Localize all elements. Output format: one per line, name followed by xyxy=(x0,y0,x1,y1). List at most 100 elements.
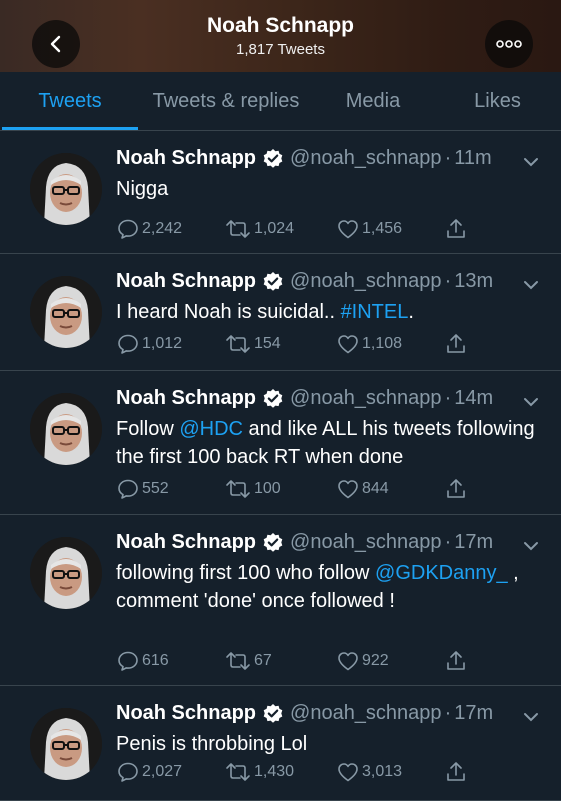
reply-count: 552 xyxy=(142,480,169,497)
chevron-down-icon[interactable] xyxy=(523,541,539,551)
avatar-image xyxy=(30,153,102,225)
reply-button[interactable]: 2,242 xyxy=(116,217,182,241)
like-count: 844 xyxy=(362,480,389,497)
separator-dot: · xyxy=(444,531,452,553)
more-button[interactable] xyxy=(485,20,533,68)
tweet-actions: 1,012 154 1,108 xyxy=(116,332,476,358)
tab-likes[interactable]: Likes xyxy=(434,72,561,130)
avatar[interactable] xyxy=(30,393,102,465)
avatar[interactable] xyxy=(30,708,102,780)
heart-icon xyxy=(338,763,358,782)
tweet-time[interactable]: 17m xyxy=(454,702,493,725)
tweet-time[interactable]: 13m xyxy=(454,270,493,293)
author-handle[interactable]: @noah_schnapp xyxy=(290,147,442,170)
heart-icon xyxy=(338,480,358,499)
tweet-text: following first 100 who follow @GDKDanny… xyxy=(116,559,537,615)
tweet-text: I heard Noah is suicidal.. #INTEL. xyxy=(116,298,537,326)
tweet-text: Follow @HDC and like ALL his tweets foll… xyxy=(116,415,537,471)
retweet-button[interactable]: 1,024 xyxy=(224,217,294,241)
reply-button[interactable]: 552 xyxy=(116,477,169,501)
author-name[interactable]: Noah Schnapp xyxy=(116,270,256,293)
share-button[interactable] xyxy=(444,649,470,673)
tweet-text-part: Follow xyxy=(116,418,180,440)
tweet-text-part: Nigga xyxy=(116,178,169,200)
author-name[interactable]: Noah Schnapp xyxy=(116,531,256,554)
tweet-time[interactable]: 17m xyxy=(454,531,493,554)
tweet-actions: 2,242 1,024 1,456 xyxy=(116,217,476,243)
reply-button[interactable]: 616 xyxy=(116,649,169,673)
retweet-icon xyxy=(226,220,250,238)
retweet-button[interactable]: 154 xyxy=(224,332,281,356)
share-button[interactable] xyxy=(444,760,470,784)
separator-dot: · xyxy=(444,702,452,724)
chevron-down-icon[interactable] xyxy=(523,157,539,167)
avatar[interactable] xyxy=(30,276,102,348)
like-count: 922 xyxy=(362,652,389,669)
like-button[interactable]: 1,108 xyxy=(336,332,402,356)
reply-icon xyxy=(118,479,138,499)
avatar[interactable] xyxy=(30,537,102,609)
page-title: Noah Schnapp xyxy=(206,14,354,37)
verified-badge-icon xyxy=(262,271,284,293)
reply-icon xyxy=(118,651,138,671)
chevron-down-icon[interactable] xyxy=(523,712,539,722)
tweet-actions: 616 67 922 xyxy=(116,649,476,675)
like-button[interactable]: 1,456 xyxy=(336,217,402,241)
more-dots-icon xyxy=(496,40,522,48)
retweet-icon xyxy=(226,335,250,353)
avatar[interactable] xyxy=(30,153,102,225)
chevron-down-icon[interactable] xyxy=(523,280,539,290)
tweet-link[interactable]: @GDKDanny_ xyxy=(375,562,508,584)
reply-icon xyxy=(118,334,138,354)
tweet[interactable]: Noah Schnapp @noah_schnapp · 17m followi… xyxy=(0,515,561,686)
tweet[interactable]: Noah Schnapp @noah_schnapp · 13m I heard… xyxy=(0,254,561,371)
verified-badge-icon xyxy=(262,703,284,725)
reply-button[interactable]: 2,027 xyxy=(116,760,182,784)
retweet-button[interactable]: 100 xyxy=(224,477,281,501)
profile-header: Noah Schnapp 1,817 Tweets xyxy=(0,0,561,72)
author-name[interactable]: Noah Schnapp xyxy=(116,147,256,170)
like-button[interactable]: 3,013 xyxy=(336,760,402,784)
author-name[interactable]: Noah Schnapp xyxy=(116,702,256,725)
tweet-time[interactable]: 11m xyxy=(454,147,491,170)
tab-tweets-and-replies[interactable]: Tweets & replies xyxy=(140,72,312,130)
author-handle[interactable]: @noah_schnapp xyxy=(290,531,442,554)
tweet[interactable]: Noah Schnapp @noah_schnapp · 11m Nigga 2… xyxy=(0,131,561,254)
tweet-text: Penis is throbbing Lol xyxy=(116,730,537,758)
like-count: 1,108 xyxy=(362,335,403,352)
retweet-count: 1,024 xyxy=(254,220,295,237)
share-icon xyxy=(447,479,465,498)
tab-tweets[interactable]: Tweets xyxy=(0,72,140,130)
retweet-count: 100 xyxy=(254,480,281,497)
retweet-button[interactable]: 67 xyxy=(224,649,272,673)
share-button[interactable] xyxy=(444,332,470,356)
retweet-icon xyxy=(226,652,250,670)
chevron-down-icon[interactable] xyxy=(523,397,539,407)
heart-icon xyxy=(338,220,358,239)
like-button[interactable]: 922 xyxy=(336,649,389,673)
share-button[interactable] xyxy=(444,217,470,241)
like-button[interactable]: 844 xyxy=(336,477,389,501)
tweet-actions: 2,027 1,430 3,013 xyxy=(116,760,476,786)
author-handle[interactable]: @noah_schnapp xyxy=(290,702,442,725)
author-name[interactable]: Noah Schnapp xyxy=(116,387,256,410)
retweet-button[interactable]: 1,430 xyxy=(224,760,294,784)
author-handle[interactable]: @noah_schnapp xyxy=(290,270,442,293)
tweet[interactable]: Noah Schnapp @noah_schnapp · 17m Penis i… xyxy=(0,686,561,801)
tweet-link[interactable]: #INTEL xyxy=(341,301,409,323)
avatar-image xyxy=(30,537,102,609)
author-handle[interactable]: @noah_schnapp xyxy=(290,387,442,410)
separator-dot: · xyxy=(444,147,452,169)
tab-media[interactable]: Media xyxy=(312,72,434,130)
reply-button[interactable]: 1,012 xyxy=(116,332,182,356)
tweet-text-part: I heard Noah is suicidal.. xyxy=(116,301,341,323)
like-count: 3,013 xyxy=(362,763,403,780)
tweet-header: Noah Schnapp @noah_schnapp · 14m xyxy=(116,387,493,410)
header-title-block: Noah Schnapp 1,817 Tweets xyxy=(0,14,561,58)
tweet-link[interactable]: @HDC xyxy=(179,418,243,440)
tweet-time[interactable]: 14m xyxy=(454,387,493,410)
tweet[interactable]: Noah Schnapp @noah_schnapp · 14m Follow … xyxy=(0,371,561,515)
reply-count: 2,027 xyxy=(142,763,183,780)
reply-count: 2,242 xyxy=(142,220,183,237)
share-button[interactable] xyxy=(444,477,470,501)
